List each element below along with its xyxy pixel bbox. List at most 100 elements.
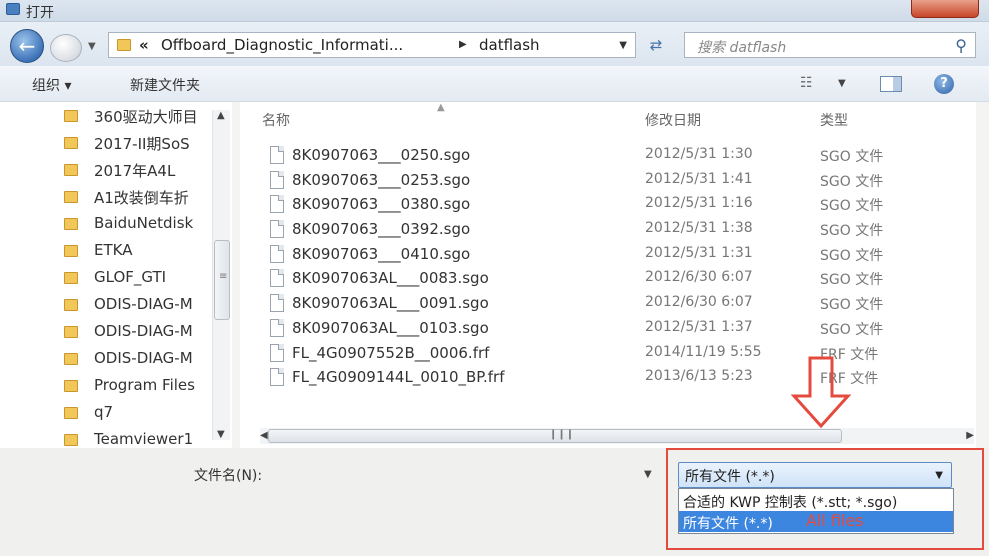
file-row[interactable]: 8K0907063___0392.sgo 2012/5/31 1:38 SGO 文件	[240, 218, 976, 242]
file-name: 8K0907063___0253.sgo	[292, 171, 471, 189]
refresh-button[interactable]: ⇄	[640, 34, 672, 56]
file-icon	[270, 220, 284, 238]
view-options-icon[interactable]: ☷	[800, 75, 813, 91]
preview-pane-icon[interactable]	[880, 76, 902, 92]
breadcrumb-segment-current[interactable]: datflash	[479, 36, 540, 54]
window-title: 打开	[26, 5, 54, 21]
filename-dropdown[interactable]: ▼	[644, 469, 652, 480]
folder-icon	[64, 272, 78, 284]
chevron-down-icon[interactable]: ▼	[935, 470, 943, 481]
navigation-pane: 360驱动大师目 2017-II期SoS 2017年A4L A1改装倒车折 Ba…	[0, 102, 232, 448]
file-date: 2012/5/31 1:41	[645, 171, 753, 187]
file-name: FL_4G0909144L_0010_BP.frf	[292, 368, 505, 386]
file-row[interactable]: 8K0907063AL___0083.sgo 2012/6/30 6:07 SGO …	[240, 267, 976, 291]
folder-icon	[64, 353, 78, 365]
tree-item[interactable]: 2017-II期SoS	[64, 131, 214, 157]
file-name: 8K0907063AL___0083.sgo	[292, 269, 489, 287]
file-row[interactable]: FL_4G0907552B__0006.frf 2014/11/19 5:55 FR…	[240, 342, 976, 366]
address-bar[interactable]: « Offboard_Diagnostic_Informati... ▶ dat…	[108, 32, 636, 58]
tree-item[interactable]: BaiduNetdisk	[64, 212, 214, 238]
breadcrumb-segment-parent[interactable]: Offboard_Diagnostic_Informati...	[161, 36, 403, 54]
file-type: SGO 文件	[820, 198, 884, 214]
file-type-select[interactable]: 所有文件 (*.*) ▼	[678, 462, 952, 488]
tree-item[interactable]: 360驱动大师目	[64, 104, 214, 130]
tree-item[interactable]: q7	[64, 401, 214, 427]
option-label: 合适的 KWP 控制表 (*.stt; *.sgo)	[683, 495, 898, 511]
folder-icon	[64, 245, 78, 257]
tree-item-label: A1改装倒车折	[94, 189, 189, 207]
tree-item-label: 2017-II期SoS	[94, 135, 190, 153]
folder-icon	[64, 299, 78, 311]
tree-item[interactable]: A1改装倒车折	[64, 185, 214, 211]
file-type: SGO 文件	[820, 297, 884, 313]
folder-icon	[64, 434, 78, 446]
tree-item[interactable]: GLOF_GTI	[64, 266, 214, 292]
file-row[interactable]: 8K0907063___0380.sgo 2012/5/31 1:16 SGO 文件	[240, 193, 976, 217]
file-name: 8K0907063___0250.sgo	[292, 146, 471, 164]
search-box[interactable]: 搜索 datflash ⚲	[684, 32, 976, 58]
horizontal-scrollbar[interactable]: ◀ ❙❙❙ ▶	[260, 428, 974, 444]
tree-item[interactable]: ODIS-DIAG-M	[64, 347, 214, 373]
scroll-right-icon[interactable]: ▶	[966, 430, 974, 441]
tree-item[interactable]: Program Files	[64, 374, 214, 400]
file-icon	[270, 171, 284, 189]
new-folder-button[interactable]: 新建文件夹	[130, 75, 200, 95]
scroll-left-icon[interactable]: ◀	[260, 430, 268, 441]
file-row[interactable]: 8K0907063___0253.sgo 2012/5/31 1:41 SGO 文件	[240, 169, 976, 193]
scroll-thumb[interactable]: ❙❙❙	[268, 429, 842, 443]
file-type: SGO 文件	[820, 149, 884, 165]
file-row[interactable]: 8K0907063___0410.sgo 2012/5/31 1:31 SGO 文件	[240, 243, 976, 267]
tree-item-label: BaiduNetdisk	[94, 214, 194, 232]
tree-item[interactable]: 2017年A4L	[64, 158, 214, 184]
column-header-date[interactable]: 修改日期	[645, 110, 701, 130]
file-icon	[270, 245, 284, 263]
column-header-name[interactable]: 名称	[262, 110, 290, 130]
file-list: ▲ 名称 修改日期 类型 8K0907063___0250.sgo 2012/5/…	[240, 102, 976, 448]
file-icon	[270, 195, 284, 213]
tree-item-label: 360驱动大师目	[94, 108, 198, 126]
recent-locations-dropdown[interactable]: ▼	[88, 41, 96, 52]
folder-icon	[64, 326, 78, 338]
file-row[interactable]: 8K0907063AL___0091.sgo 2012/6/30 6:07 SGO …	[240, 292, 976, 316]
folder-icon	[64, 218, 78, 230]
close-button[interactable]	[911, 0, 979, 18]
back-button[interactable]: ←	[10, 29, 44, 63]
file-name: 8K0907063___0410.sgo	[292, 245, 471, 263]
organize-button[interactable]: 组织 ▾	[32, 75, 71, 95]
file-row[interactable]: 8K0907063AL___0103.sgo 2012/5/31 1:37 SGO …	[240, 317, 976, 341]
scroll-thumb[interactable]: ≡	[214, 240, 230, 320]
file-name: 8K0907063AL___0103.sgo	[292, 319, 489, 337]
breadcrumb-overflow[interactable]: «	[139, 36, 149, 54]
file-date: 2012/6/30 6:07	[645, 294, 753, 310]
scroll-up-icon[interactable]: ▲	[217, 110, 225, 121]
file-type-option-kwp[interactable]: 合适的 KWP 控制表 (*.stt; *.sgo)	[679, 490, 953, 511]
file-type: SGO 文件	[820, 248, 884, 264]
scroll-down-icon[interactable]: ▼	[217, 429, 225, 440]
view-dropdown[interactable]: ▼	[838, 78, 846, 89]
grip-icon: ❙❙❙	[549, 429, 575, 440]
tree-item[interactable]: ODIS-DIAG-M	[64, 320, 214, 346]
file-date: 2014/11/19 5:55	[645, 344, 762, 360]
folder-icon	[64, 137, 78, 149]
forward-button[interactable]	[50, 34, 82, 62]
file-row[interactable]: 8K0907063___0250.sgo 2012/5/31 1:30 SGO 文件	[240, 144, 976, 168]
folder-icon	[64, 407, 78, 419]
tree-item[interactable]: ETKA	[64, 239, 214, 265]
tree-item-label: q7	[94, 403, 114, 421]
file-icon	[270, 269, 284, 287]
search-icon[interactable]: ⚲	[955, 36, 967, 55]
file-name: 8K0907063___0392.sgo	[292, 220, 471, 238]
navigation-scrollbar[interactable]: ▲ ≡ ▼	[212, 110, 230, 440]
file-row[interactable]: FL_4G0909144L_0010_BP.frf 2013/6/13 5:23 F…	[240, 366, 976, 390]
filename-input[interactable]	[278, 460, 662, 486]
file-type: SGO 文件	[820, 272, 884, 288]
tree-item[interactable]: ODIS-DIAG-M	[64, 293, 214, 319]
address-dropdown[interactable]: ▼	[619, 40, 627, 51]
file-icon	[270, 146, 284, 164]
breadcrumb-arrow-icon[interactable]: ▶	[459, 39, 467, 50]
file-icon	[270, 319, 284, 337]
column-header-type[interactable]: 类型	[820, 110, 848, 130]
help-icon[interactable]: ?	[934, 74, 954, 94]
file-type-selected: 所有文件 (*.*)	[685, 469, 775, 485]
filename-label: 文件名(N):	[194, 468, 263, 484]
